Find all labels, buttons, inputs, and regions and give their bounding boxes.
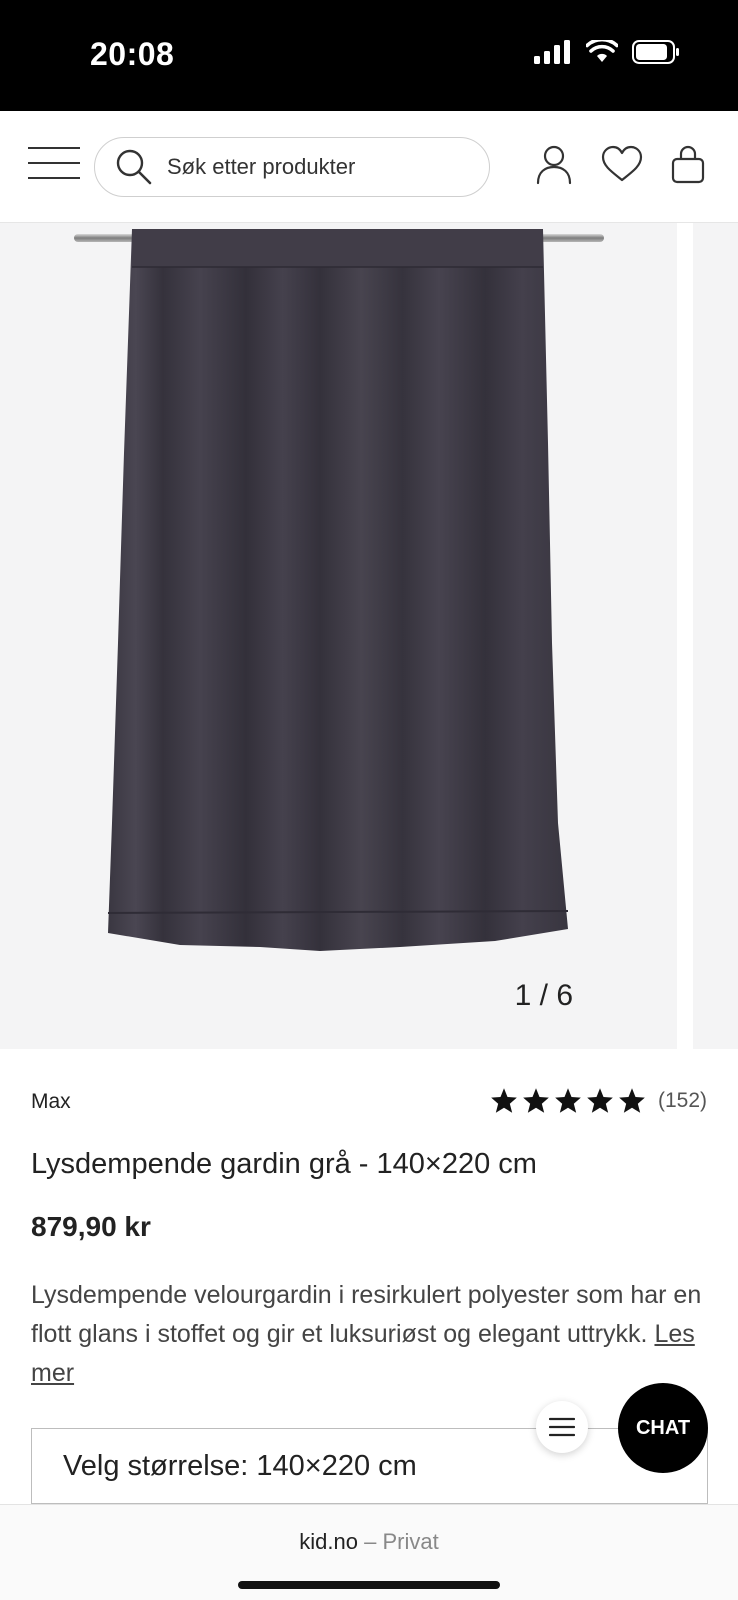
product-price: 879,90 kr xyxy=(31,1211,151,1242)
status-bar: 20:08 xyxy=(0,0,738,111)
chat-button[interactable]: CHAT xyxy=(618,1383,708,1473)
home-indicator[interactable] xyxy=(238,1581,500,1589)
floating-menu-button[interactable] xyxy=(536,1401,588,1453)
search-placeholder: Søk etter produkter xyxy=(167,154,356,179)
menu-icon-line xyxy=(28,177,80,179)
menu-icon xyxy=(549,1417,575,1437)
product-brand: Max xyxy=(31,1090,71,1113)
size-select[interactable]: Velg størrelse: 140×220 cm xyxy=(31,1428,708,1504)
browsing-mode: – Privat xyxy=(358,1529,439,1554)
product-image[interactable]: 1 / 6 xyxy=(0,223,677,1049)
image-counter: 1 / 6 xyxy=(514,979,573,1012)
url-domain: kid.no xyxy=(299,1529,358,1554)
curtain-illustration xyxy=(74,229,604,951)
next-image-peek[interactable] xyxy=(693,223,738,1049)
product-image-gallery[interactable]: 1 / 6 xyxy=(0,223,738,1049)
account-icon[interactable] xyxy=(536,145,572,185)
star-icon xyxy=(555,1088,581,1113)
star-icon xyxy=(491,1088,517,1113)
signal-icon xyxy=(534,40,570,64)
description-text: Lysdempende velourgardin i resirkulert p… xyxy=(31,1281,702,1348)
browser-address-bar[interactable]: kid.no – Privat xyxy=(0,1504,738,1600)
product-title: Lysdempende gardin grå - 140×220 cm xyxy=(31,1148,537,1180)
product-rating[interactable]: (152) xyxy=(490,1087,707,1114)
battery-icon xyxy=(632,40,679,64)
status-time: 20:08 xyxy=(90,36,175,72)
menu-button[interactable] xyxy=(28,147,80,187)
heart-icon[interactable] xyxy=(600,145,644,183)
bag-icon[interactable] xyxy=(670,145,706,185)
status-icons xyxy=(534,40,680,64)
product-description: Lysdempende velourgardin i resirkulert p… xyxy=(31,1276,711,1393)
wifi-icon xyxy=(586,40,618,62)
menu-icon-line xyxy=(28,147,80,149)
url-text[interactable]: kid.no – Privat xyxy=(0,1529,738,1555)
search-input[interactable]: Søk etter produkter xyxy=(94,137,490,197)
site-header: Søk etter produkter xyxy=(0,111,738,223)
star-icon xyxy=(523,1088,549,1113)
rating-count: (152) xyxy=(657,1088,707,1112)
menu-icon-line xyxy=(28,162,80,164)
star-icon xyxy=(619,1088,645,1113)
search-icon xyxy=(116,149,152,185)
star-icon xyxy=(587,1088,613,1113)
